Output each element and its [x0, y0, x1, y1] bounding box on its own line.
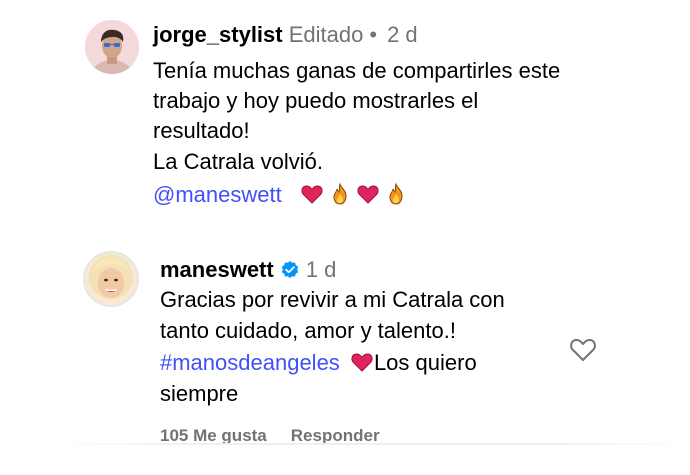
- comment-text-line: resultado!: [153, 118, 250, 143]
- separator-dot: •: [369, 22, 378, 47]
- comment-text-line: La Catrala volvió.: [153, 149, 323, 174]
- username[interactable]: jorge_stylist: [153, 22, 283, 47]
- red-heart-icon: [357, 185, 379, 204]
- timestamp[interactable]: 2 d: [387, 22, 418, 47]
- comment-text-line: Tenía muchas ganas de compartirles este: [153, 58, 561, 83]
- like-heart-icon[interactable]: [569, 336, 597, 362]
- avatar-image: [85, 253, 137, 305]
- comment-hashtag-line: #manosdeangeles Los quiero: [160, 348, 477, 378]
- comment-header: jorge_stylist Editado • 2 d: [153, 20, 418, 50]
- red-heart-icon: [351, 353, 373, 372]
- comment-text-line: Gracias por revivir a mi Catrala con: [160, 287, 505, 312]
- avatar-jorge-stylist[interactable]: [85, 20, 139, 74]
- divider: [55, 443, 690, 445]
- comment-text-line: siempre: [160, 381, 239, 406]
- edited-label: Editado: [288, 22, 364, 47]
- username[interactable]: maneswett: [160, 257, 274, 282]
- timestamp[interactable]: 1 d: [306, 257, 337, 282]
- comment-text: Los quiero: [373, 350, 477, 375]
- fire-icon: [389, 182, 403, 205]
- hashtag-link[interactable]: #manosdeangeles: [160, 350, 340, 375]
- comment-header: maneswett 1 d: [160, 255, 336, 285]
- fire-icon: [333, 182, 347, 205]
- comment-text-line: trabajo y hoy puedo mostrarles el: [153, 88, 479, 113]
- mention-link[interactable]: @maneswett: [153, 182, 282, 207]
- avatar-image: [85, 20, 139, 74]
- red-heart-icon: [301, 185, 323, 204]
- avatar-maneswett[interactable]: [83, 251, 139, 307]
- comment-text-line: tanto cuidado, amor y talento.!: [160, 318, 456, 343]
- verified-badge-icon: [281, 261, 298, 278]
- comment-mention-line: @maneswett: [153, 180, 412, 210]
